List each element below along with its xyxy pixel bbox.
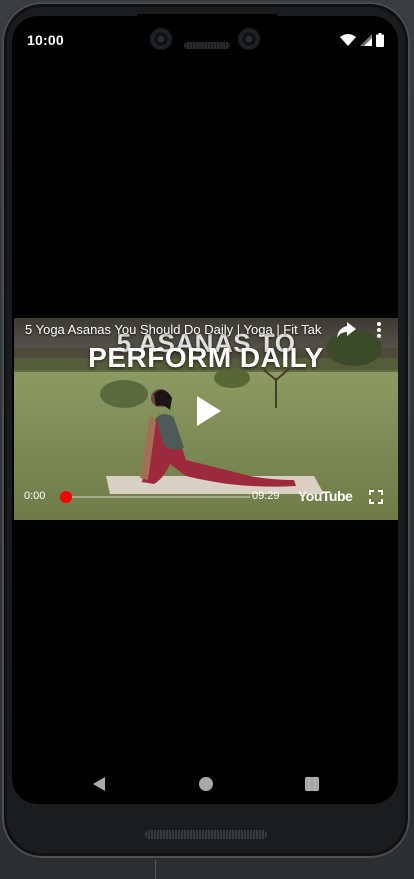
- scrubber-handle[interactable]: [60, 491, 72, 503]
- thumbnail-headline-line2: PERFORM DAILY: [88, 342, 324, 373]
- progress-bar[interactable]: [60, 491, 250, 503]
- earpiece-speaker: [184, 42, 230, 49]
- frame-seam: [155, 860, 156, 879]
- youtube-logo[interactable]: YouTube: [298, 488, 353, 504]
- fullscreen-icon[interactable]: [369, 490, 383, 504]
- back-icon[interactable]: [91, 776, 107, 792]
- home-icon[interactable]: [198, 776, 214, 792]
- front-camera-icon: [151, 29, 171, 49]
- wifi-icon: [340, 34, 356, 46]
- video-duration: 09:29: [252, 490, 280, 502]
- signal-icon: [360, 34, 372, 46]
- current-time: 0:00: [24, 490, 46, 502]
- bottom-speaker-grille: [145, 830, 267, 839]
- recents-icon[interactable]: [304, 776, 320, 792]
- status-icons: [340, 32, 384, 48]
- front-sensor-icon: [239, 29, 259, 49]
- share-icon[interactable]: [335, 320, 357, 340]
- device-page: 10:00 5 ASANAS TO PERFORM DAILY 5 Yoga A…: [0, 0, 414, 879]
- video-title[interactable]: 5 Yoga Asanas You Should Do Daily | Yoga…: [25, 322, 325, 337]
- battery-icon: [376, 33, 384, 47]
- play-icon[interactable]: [194, 394, 224, 428]
- video-player[interactable]: 5 ASANAS TO PERFORM DAILY 5 Yoga Asanas …: [14, 318, 398, 520]
- more-options-icon[interactable]: [374, 320, 384, 340]
- status-time: 10:00: [27, 32, 64, 48]
